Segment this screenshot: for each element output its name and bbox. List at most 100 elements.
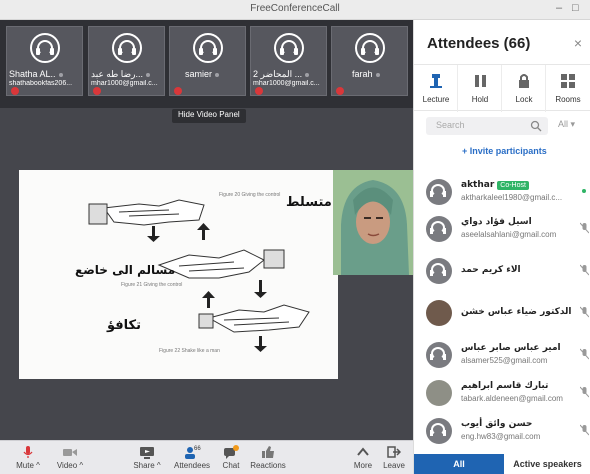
attendee-name: الاء كريم حمد [461, 265, 521, 275]
headset-avatar-icon [426, 216, 452, 242]
participant-name: المحاضر 2 ... [253, 69, 303, 79]
attendee-row[interactable]: امير عباس صابر عباس alsamer525@gmail.com [414, 336, 590, 378]
mute-button[interactable]: Mute ^ [8, 445, 48, 470]
headset-avatar-icon [112, 33, 142, 63]
cohost-badge: Co-Host [497, 181, 529, 190]
participant-name: farah [352, 69, 373, 79]
video-tile[interactable]: samier [169, 26, 246, 96]
headset-avatar-icon [426, 179, 452, 205]
host-tools: Lecture Hold Lock Rooms [414, 64, 590, 112]
attendee-email: alsamer525@gmail.com [461, 356, 548, 365]
video-label: Video [56, 461, 78, 470]
figure-caption: Figure 20 Giving the control [219, 192, 281, 198]
video-tile[interactable]: farah [331, 26, 408, 96]
lock-icon [519, 74, 529, 88]
share-label: Share [133, 461, 155, 470]
attendee-row[interactable]: akthar Co-Host aktharkaleel1980@gmail.c..… [414, 173, 590, 215]
video-camera-icon [63, 449, 77, 456]
lock-label: Lock [515, 95, 533, 104]
attendee-name: الدكتور ضياء عباس خشن [461, 307, 572, 317]
attendees-button[interactable]: 66 Attendees [170, 445, 214, 470]
lecture-button[interactable]: Lecture [414, 65, 458, 112]
video-tile[interactable]: المحاضر 2 ... mhar1000@gmail.c... [250, 26, 327, 96]
close-panel-button[interactable]: × [574, 35, 582, 51]
video-button[interactable]: Video ^ [50, 445, 90, 470]
mute-label: Mute [16, 461, 34, 470]
participant-email: mhar1000@gmail.c... [91, 80, 158, 87]
mic-off-icon [580, 306, 589, 318]
headset-avatar-icon [426, 418, 452, 444]
muted-mic-icon [93, 87, 101, 95]
exit-icon [387, 446, 401, 458]
minimize-button[interactable]: – [556, 2, 562, 14]
attendee-name: akthar [461, 180, 495, 190]
lock-button[interactable]: Lock [502, 65, 546, 112]
figure-caption: Figure 21 Giving the control [121, 282, 183, 288]
presenter-photo [333, 170, 413, 275]
attendee-name: اسيل فؤاد دواي [461, 217, 532, 227]
headset-avatar-icon [355, 33, 385, 63]
video-tile[interactable]: Shatha AL.. shathabookfas206... [6, 26, 83, 96]
maximize-button[interactable]: □ [572, 2, 579, 14]
attendee-row[interactable]: الدكتور ضياء عباس خشن [414, 294, 590, 336]
screen-share-icon [140, 447, 154, 459]
slide-label: تكافؤ [107, 318, 141, 333]
attendee-email: aktharkaleel1980@gmail.c... [461, 193, 563, 202]
leave-label: Leave [383, 461, 405, 470]
search-placeholder: Search [436, 120, 465, 130]
video-tile[interactable]: رضا طه عبد... mhar1000@gmail.c... [88, 26, 165, 96]
leave-button[interactable]: Leave [380, 445, 408, 470]
chat-bubble-icon [224, 445, 239, 459]
headset-avatar-icon [193, 33, 223, 63]
attendee-email: eng.hw83@gmail.com [461, 432, 541, 441]
shared-screen-slide: Figure 20 Giving the control Figure 21 G… [19, 170, 338, 379]
hide-video-panel-button[interactable]: Hide Video Panel [172, 109, 246, 123]
muted-mic-icon [11, 87, 19, 95]
attendee-row[interactable]: الاء كريم حمد [414, 252, 590, 294]
participant-name: samier [185, 69, 213, 79]
slide-label: متسلط [286, 195, 332, 210]
rooms-grid-icon [561, 74, 575, 88]
rooms-button[interactable]: Rooms [546, 65, 590, 112]
hold-button[interactable]: Hold [458, 65, 502, 112]
figure-caption: Figure 22 Shake like a man [159, 348, 220, 354]
attendee-row[interactable]: اسيل فؤاد دواي aseelalsahlani@gmail.com [414, 210, 590, 252]
invite-participants-link[interactable]: + Invite participants [462, 146, 547, 156]
muted-mic-icon [255, 87, 263, 95]
panel-tabs: All Active speakers [414, 454, 590, 474]
share-button[interactable]: Share ^ [127, 445, 167, 470]
mic-off-icon [580, 386, 589, 398]
muted-mic-icon [174, 87, 182, 95]
reactions-button[interactable]: Reactions [247, 445, 289, 470]
panel-title: Attendees (66) [427, 35, 531, 52]
user-photo-avatar [426, 380, 452, 406]
attendee-name: حسن وائق أيوب [461, 419, 533, 429]
search-input[interactable]: Search [426, 117, 548, 135]
headset-avatar-icon [426, 342, 452, 368]
mic-off-icon [580, 348, 589, 360]
user-photo-avatar [426, 300, 452, 326]
attendee-email: aseelalsahlani@gmail.com [461, 230, 557, 239]
chat-label: Chat [222, 461, 240, 470]
tab-all[interactable]: All [414, 454, 504, 474]
mic-off-icon [580, 424, 589, 436]
pause-icon [475, 75, 486, 87]
headset-avatar-icon [274, 33, 304, 63]
filter-value: All [558, 119, 569, 129]
slide-label: مسالم الى خاضع [75, 263, 176, 277]
tab-active-speakers[interactable]: Active speakers [504, 454, 590, 474]
presenter-camera-video [333, 170, 413, 275]
attendee-row[interactable]: حسن وائق أيوب eng.hw83@gmail.com [414, 412, 590, 454]
people-icon: 66 [185, 446, 201, 459]
mic-muted-icon [23, 446, 33, 458]
reactions-label: Reactions [250, 461, 286, 470]
attendee-name: تبارك قاسم ابراهيم [461, 381, 549, 391]
window-title: FreeConferenceCall [250, 3, 340, 14]
attendee-row[interactable]: تبارك قاسم ابراهيم tabark.aldeneen@gmail… [414, 374, 590, 416]
lecture-podium-icon [430, 74, 442, 88]
hold-label: Hold [471, 95, 489, 104]
attendees-panel: Attendees (66) × Lecture Hold Lock Rooms… [413, 20, 590, 474]
more-button[interactable]: More [350, 445, 376, 470]
filter-dropdown[interactable]: All ▾ [558, 119, 575, 130]
chat-button[interactable]: Chat [216, 445, 246, 470]
